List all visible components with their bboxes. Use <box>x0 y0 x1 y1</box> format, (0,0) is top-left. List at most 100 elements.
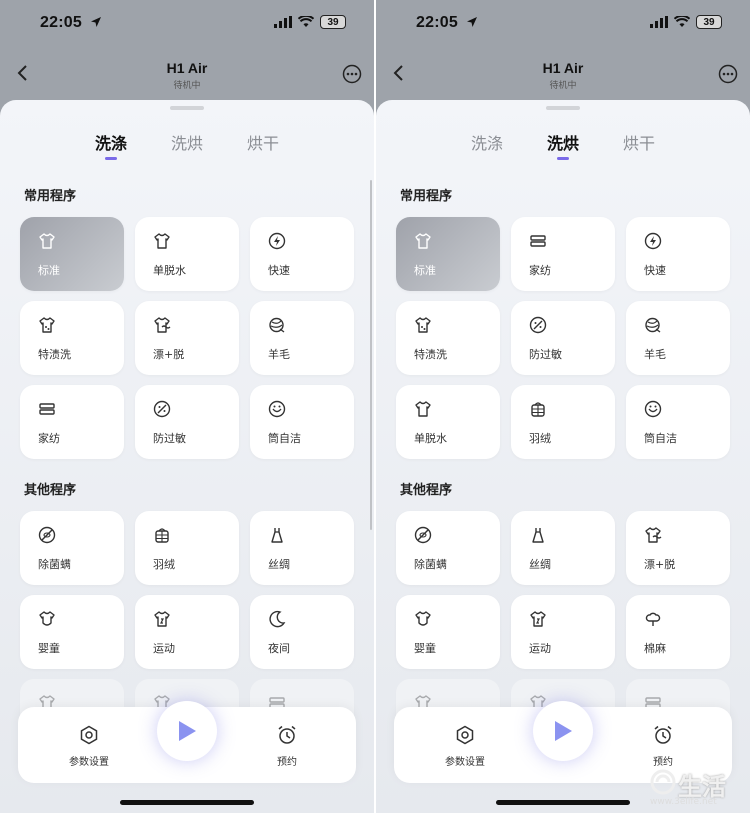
program-label: 婴童 <box>414 642 436 655</box>
program-tile[interactable]: 防过敏 <box>511 301 615 375</box>
wool-icon <box>645 317 661 333</box>
program-label: 快速 <box>644 264 666 277</box>
program-label: 标准 <box>38 264 60 277</box>
bolt-icon <box>268 232 286 250</box>
tab-dry[interactable]: 烘干 <box>247 130 279 154</box>
tab-dry[interactable]: 烘干 <box>623 130 655 154</box>
program-tile[interactable]: 特渍洗 <box>20 301 124 375</box>
program-tile[interactable]: 标准 <box>396 217 500 291</box>
scrollbar[interactable] <box>370 180 372 530</box>
section-other-programs: 其他程序 <box>400 483 453 498</box>
program-tile[interactable]: 筒自洁 <box>250 385 354 459</box>
tab-wash[interactable]: 洗涤 <box>95 130 127 154</box>
program-tile[interactable]: 快速 <box>626 217 730 291</box>
schedule-button[interactable]: 预约 <box>628 725 698 768</box>
program-label: 羽绒 <box>153 558 175 571</box>
program-tile[interactable]: 特渍洗 <box>396 301 500 375</box>
program-label: 单脱水 <box>414 432 447 445</box>
baby-onesie-icon <box>39 611 55 626</box>
settings-label: 参数设置 <box>69 757 109 768</box>
program-tile[interactable]: 单脱水 <box>396 385 500 459</box>
signal-icon <box>274 16 292 28</box>
program-tile[interactable]: 除菌螨 <box>20 511 124 585</box>
program-tile[interactable]: 家纺 <box>20 385 124 459</box>
bedding-icon <box>39 403 55 415</box>
mite-icon <box>414 526 432 544</box>
common-program-grid: 标准 家纺 快速特渍洗 防过敏 羊毛单脱水 羽绒 筒自洁 <box>396 217 730 459</box>
signal-icon <box>650 16 668 28</box>
status-bar: 22:05 39 <box>376 0 750 50</box>
program-label: 防过敏 <box>529 348 562 361</box>
down-icon <box>155 528 169 543</box>
device-status: 待机中 <box>173 81 201 91</box>
program-tile[interactable]: 棉麻 <box>626 595 730 669</box>
program-label: 家纺 <box>529 264 551 277</box>
drum-clean-icon <box>644 400 662 418</box>
schedule-label: 预约 <box>277 757 297 768</box>
allergy-icon <box>153 400 171 418</box>
program-tile[interactable]: 防过敏 <box>135 385 239 459</box>
section-common-programs: 常用程序 <box>400 189 453 204</box>
program-tile[interactable]: 单脱水 <box>135 217 239 291</box>
program-tile[interactable]: 羽绒 <box>135 511 239 585</box>
settings-button[interactable]: 参数设置 <box>430 725 500 768</box>
program-tile[interactable]: 丝绸 <box>250 511 354 585</box>
program-tile[interactable]: 家纺 <box>511 217 615 291</box>
program-label: 除菌螨 <box>414 558 447 571</box>
bedding-icon <box>530 235 546 247</box>
start-button[interactable] <box>533 701 593 761</box>
device-status: 待机中 <box>549 81 577 91</box>
program-tile[interactable]: 标准 <box>20 217 124 291</box>
section-common-programs: 常用程序 <box>24 189 77 204</box>
schedule-button[interactable]: 预约 <box>252 725 322 768</box>
tab-wash-dry[interactable]: 洗烘 <box>547 130 579 154</box>
wifi-icon <box>674 16 690 27</box>
more-options-icon[interactable] <box>718 64 738 84</box>
program-tile[interactable]: 运动 <box>511 595 615 669</box>
program-tile[interactable]: 羽绒 <box>511 385 615 459</box>
shirt-drops-icon <box>415 317 431 333</box>
program-label: 羽绒 <box>529 432 551 445</box>
shirt-wave-icon <box>154 317 171 333</box>
program-label: 运动 <box>153 642 175 655</box>
status-bar: 22:05 39 <box>0 0 374 50</box>
device-title: H1 Air <box>542 60 584 76</box>
program-label: 筒自洁 <box>268 432 301 445</box>
program-tile[interactable]: 运动 <box>135 595 239 669</box>
sheet-drag-handle[interactable] <box>170 106 204 110</box>
program-tile[interactable]: 快速 <box>250 217 354 291</box>
program-tile[interactable]: 漂+脱 <box>626 511 730 585</box>
program-label: 防过敏 <box>153 432 186 445</box>
program-tile[interactable]: 漂+脱 <box>135 301 239 375</box>
program-label: 快速 <box>268 264 290 277</box>
bolt-icon <box>644 232 662 250</box>
more-options-icon[interactable] <box>342 64 362 84</box>
tab-wash[interactable]: 洗涤 <box>471 130 503 154</box>
settings-button[interactable]: 参数设置 <box>54 725 124 768</box>
program-tile[interactable]: 羊毛 <box>626 301 730 375</box>
control-bar: 参数设置 预约 <box>18 701 356 783</box>
program-tile[interactable]: 筒自洁 <box>626 385 730 459</box>
battery-indicator: 39 <box>320 15 346 29</box>
status-time: 22:05 <box>40 14 82 31</box>
program-label: 标准 <box>414 264 436 277</box>
allergy-icon <box>529 316 547 334</box>
watermark-logo: 生活 www.3elife.net <box>648 765 748 809</box>
program-label: 羊毛 <box>644 348 666 361</box>
sport-shirt-icon <box>530 611 546 627</box>
program-tile[interactable]: 除菌螨 <box>396 511 500 585</box>
moon-icon <box>269 610 286 628</box>
sheet-drag-handle[interactable] <box>546 106 580 110</box>
program-tile[interactable]: 丝绸 <box>511 511 615 585</box>
program-label: 夜间 <box>268 642 290 655</box>
device-header: H1 Air 待机中 <box>0 52 374 96</box>
program-tile[interactable]: 羊毛 <box>250 301 354 375</box>
program-tile[interactable]: 婴童 <box>396 595 500 669</box>
tab-wash-dry[interactable]: 洗烘 <box>171 130 203 154</box>
program-label: 特渍洗 <box>38 348 71 361</box>
location-arrow-icon <box>91 17 101 27</box>
program-tile[interactable]: 婴童 <box>20 595 124 669</box>
program-tile[interactable]: 夜间 <box>250 595 354 669</box>
start-button[interactable] <box>157 701 217 761</box>
down-icon <box>531 402 545 417</box>
